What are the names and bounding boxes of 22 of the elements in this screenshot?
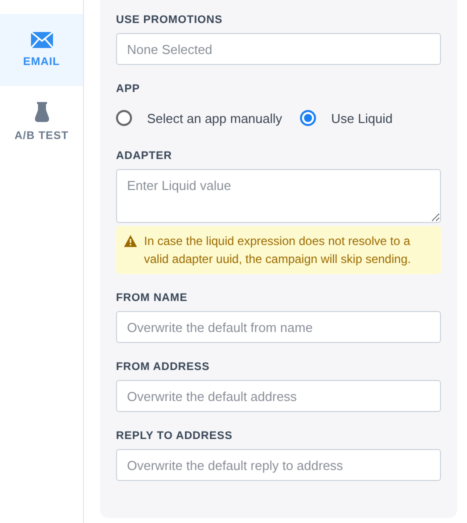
warning-text: In case the liquid expression does not resolve to a valid adapter uuid, the campaign will skip sending. [144, 233, 412, 268]
input-field[interactable]: Overwrite the default reply to address [116, 449, 441, 481]
field-label: ADAPTER [116, 150, 173, 162]
radio-icon[interactable] [116, 110, 132, 126]
input-field[interactable]: Enter Liquid value [116, 169, 441, 223]
radio-label: Select an app manually [147, 110, 282, 126]
radio-option[interactable]: Select an app manually [116, 110, 282, 126]
field-label: FROM ADDRESS [116, 361, 211, 373]
field-label: APP [116, 83, 141, 95]
radio-label: Use Liquid [331, 110, 393, 126]
field-label: USE PROMOTIONS [116, 14, 224, 26]
radio-icon[interactable] [300, 110, 316, 126]
sidebar-item[interactable]: A/B TEST [0, 86, 83, 158]
input-field[interactable]: None Selected [116, 33, 441, 65]
warning-icon [124, 235, 137, 247]
input-field[interactable]: Overwrite the default address [116, 380, 441, 412]
input-field[interactable]: Overwrite the default from name [116, 311, 441, 343]
field-label: REPLY TO ADDRESS [116, 430, 234, 442]
radio-option[interactable]: Use Liquid [300, 110, 393, 126]
mail-icon [30, 32, 52, 48]
flask-icon [34, 102, 48, 122]
field-label: FROM NAME [116, 292, 188, 304]
